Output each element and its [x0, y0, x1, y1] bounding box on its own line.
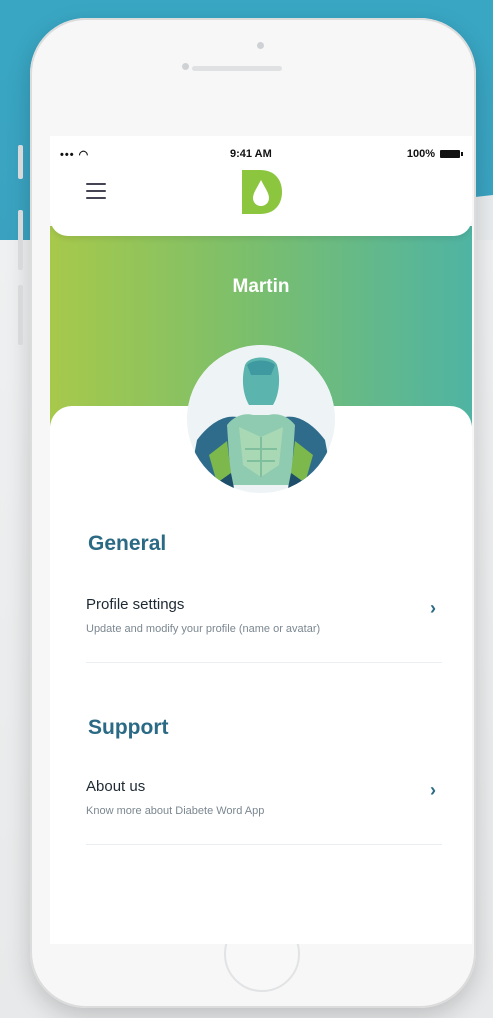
earpiece-speaker — [192, 66, 282, 71]
profile-settings-subtitle: Update and modify your profile (name or … — [86, 623, 321, 635]
chevron-right-icon: › — [430, 780, 436, 800]
side-button — [18, 285, 23, 345]
section-title-support: Support — [88, 716, 169, 739]
profile-name: Martin — [232, 276, 290, 297]
hamburger-icon[interactable] — [86, 183, 106, 199]
superhero-avatar-icon — [187, 345, 335, 493]
app-screen: ••• ◠ 9:41 AM 100% Martin General Profil… — [50, 136, 472, 944]
status-bar: ••• ◠ 9:41 AM 100% — [50, 136, 472, 166]
section-title-general: General — [88, 532, 167, 555]
profile-settings-title: Profile settings — [86, 596, 185, 613]
profile-avatar[interactable] — [187, 345, 335, 493]
divider — [86, 662, 442, 663]
camera-dot — [257, 42, 264, 49]
side-button — [18, 210, 23, 270]
about-us-subtitle: Know more about Diabete Word App — [86, 805, 265, 817]
about-us-title: About us — [86, 778, 146, 795]
chevron-right-icon: › — [430, 598, 436, 618]
status-time: 9:41 AM — [230, 148, 272, 160]
profile-settings-item[interactable]: Profile settings Update and modify your … — [86, 596, 442, 635]
battery-icon — [440, 150, 463, 158]
side-button — [18, 145, 23, 179]
divider — [86, 844, 442, 845]
battery-percent: 100% — [406, 148, 435, 160]
sensor-dot — [182, 63, 189, 70]
signal-wifi-indicator: ••• ◠ — [60, 149, 90, 161]
battery-indicator: 100% — [406, 148, 463, 160]
diabete-drop-logo — [242, 170, 282, 214]
top-bar: ••• ◠ 9:41 AM 100% — [50, 136, 472, 236]
about-us-item[interactable]: About us Know more about Diabete Word Ap… — [86, 778, 442, 817]
